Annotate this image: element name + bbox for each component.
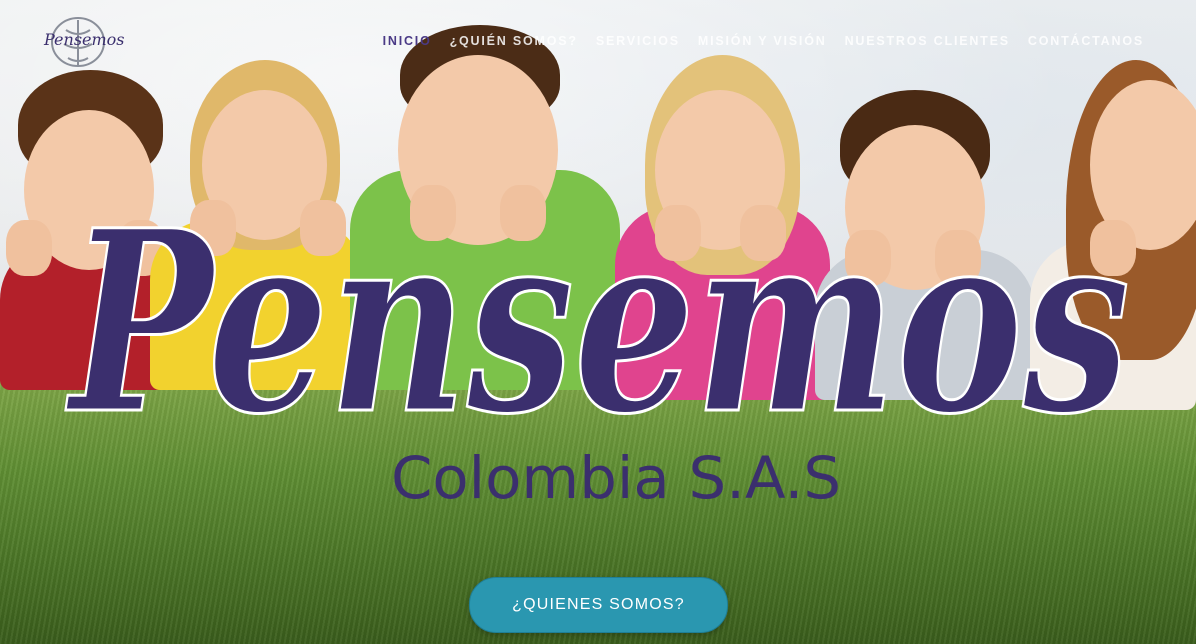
brand-name-text: Pensemos [65, 175, 1130, 469]
hero-banner: Pensemos Colombia S.A.S Pensemos INICIO … [0, 0, 1196, 644]
quienes-somos-button[interactable]: ¿QUIENES SOMOS? [469, 577, 728, 633]
nav-item-quien-somos[interactable]: ¿QUIÉN SOMOS? [450, 34, 578, 48]
nav-item-contactanos[interactable]: CONTÁCTANOS [1028, 34, 1144, 48]
logo-text: Pensemos [44, 30, 125, 49]
brand-wordmark: Pensemos Colombia S.A.S [64, 174, 1132, 513]
brand-sub-text: Colombia S.A.S [391, 444, 841, 512]
main-navigation: INICIO ¿QUIÉN SOMOS? SERVICIOS MISIÓN Y … [383, 34, 1144, 48]
nav-item-servicios[interactable]: SERVICIOS [596, 34, 680, 48]
nav-item-nuestros-clientes[interactable]: NUESTROS CLIENTES [845, 34, 1010, 48]
nav-item-inicio[interactable]: INICIO [383, 34, 432, 48]
nav-item-mision-vision[interactable]: MISIÓN Y VISIÓN [698, 34, 827, 48]
